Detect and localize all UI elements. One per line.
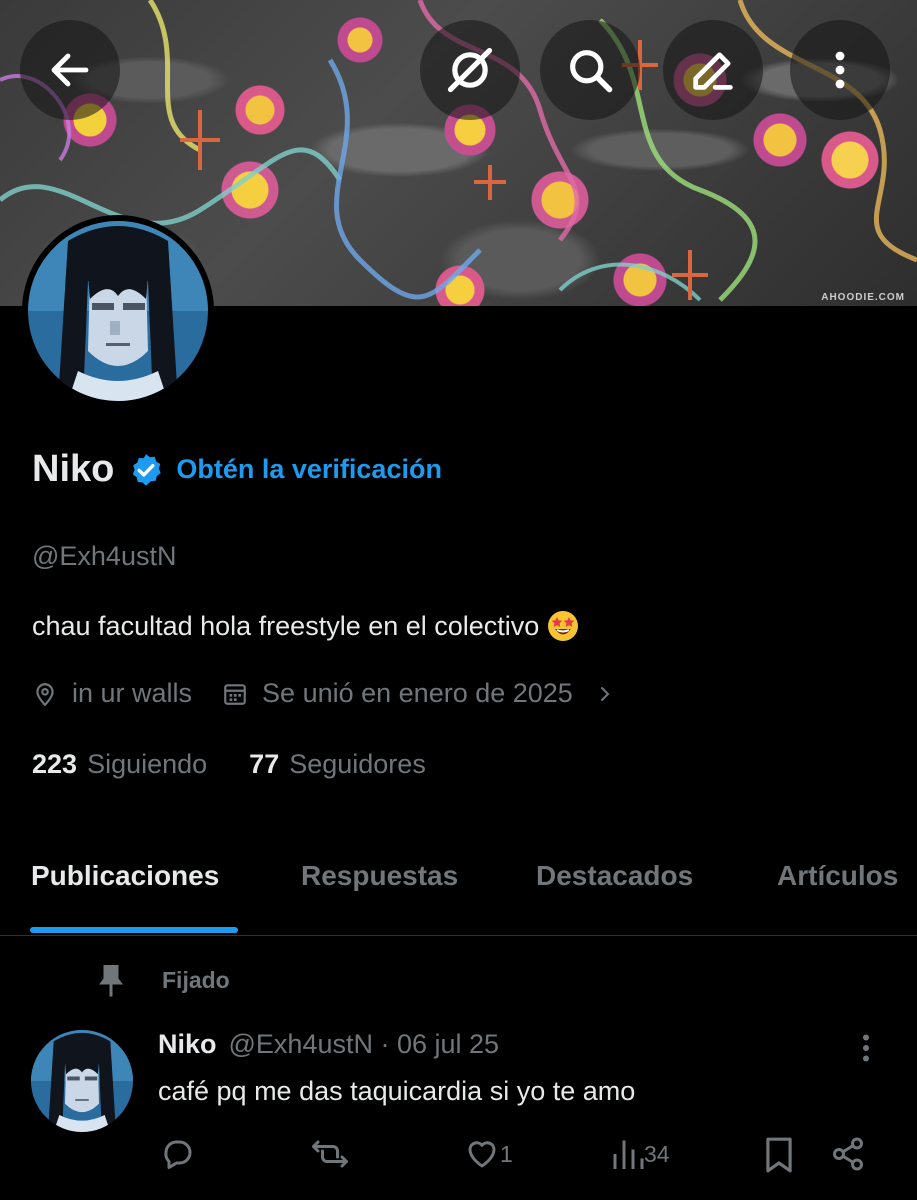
more-vertical-icon	[835, 51, 845, 89]
followers-count: 77	[249, 749, 280, 779]
repost-icon	[312, 1140, 348, 1168]
joined-item[interactable]: Se unió en enero de 2025	[222, 678, 629, 709]
following-link[interactable]: 223 Siguiendo	[32, 749, 207, 780]
profile-avatar[interactable]	[22, 215, 214, 407]
views-bar-chart-icon	[613, 1140, 644, 1169]
search-icon	[570, 50, 613, 93]
post-text: café pq me das taquicardia si yo te amo	[158, 1076, 636, 1106]
post-header: Niko @Exh4ustN · 06 jul 25	[158, 1029, 499, 1060]
arrow-left-icon	[51, 53, 89, 87]
chevron-right-icon	[600, 686, 610, 701]
share-button[interactable]	[830, 1136, 866, 1172]
post-avatar-image	[31, 1030, 133, 1132]
post-meta: @Exh4ustN · 06 jul 25	[228, 1029, 500, 1059]
verified-badge-icon[interactable]	[128, 452, 164, 488]
banner-watermark: AHOODIE.COM	[821, 292, 905, 303]
location-text: in ur walls	[72, 678, 193, 708]
profile-handle: @Exh4ustN	[32, 541, 177, 571]
heart-icon	[468, 1141, 496, 1168]
star-struck-emoji-icon	[548, 611, 579, 641]
get-verified-link[interactable]: Obtén la verificación	[176, 454, 442, 485]
following-label: Siguiendo	[87, 749, 208, 779]
post-more-icon[interactable]	[850, 1030, 882, 1066]
grok-icon	[447, 47, 493, 93]
location-item: in ur walls	[32, 678, 192, 709]
tab-articulos[interactable]: Artículos	[777, 860, 898, 892]
like-button[interactable]: 1	[464, 1136, 513, 1172]
views-button[interactable]: 34	[610, 1136, 670, 1172]
followers-link[interactable]: 77 Seguidores	[249, 749, 426, 780]
calendar-icon	[224, 683, 246, 705]
post-avatar[interactable]	[31, 1030, 133, 1132]
avatar-image	[28, 221, 208, 401]
grok-button[interactable]	[420, 20, 520, 120]
reply-button[interactable]	[160, 1136, 196, 1172]
more-options-button[interactable]	[790, 20, 890, 120]
pinned-label: Fijado	[96, 962, 230, 998]
bookmark-button[interactable]	[762, 1136, 796, 1174]
post-actions: 1 34	[0, 1136, 917, 1186]
bookmark-icon	[766, 1137, 792, 1173]
joined-text: Se unió en enero de 2025	[262, 678, 573, 708]
post-author-name[interactable]: Niko	[158, 1029, 217, 1060]
tab-respuestas[interactable]: Respuestas	[301, 860, 458, 892]
pin-icon	[99, 965, 123, 997]
like-count: 1	[500, 1140, 513, 1167]
tab-publicaciones[interactable]: Publicaciones	[31, 860, 219, 892]
search-button[interactable]	[540, 20, 640, 120]
profile-tabs: Publicaciones Respuestas Destacados Artí…	[0, 840, 917, 936]
following-count: 223	[32, 749, 78, 779]
followers-label: Seguidores	[289, 749, 426, 779]
pencil-icon	[693, 52, 733, 90]
location-pin-icon	[36, 682, 54, 706]
pinned-text: Fijado	[162, 966, 230, 993]
bio-text: chau facultad hola freestyle en el colec…	[32, 610, 540, 641]
tab-destacados[interactable]: Destacados	[536, 860, 693, 892]
repost-button[interactable]	[310, 1136, 350, 1172]
reply-icon	[164, 1140, 192, 1169]
active-tab-indicator	[30, 927, 238, 933]
edit-button[interactable]	[663, 20, 763, 120]
profile-bio: chau facultad hola freestyle en el colec…	[32, 610, 579, 642]
share-icon	[833, 1137, 863, 1171]
views-count: 34	[644, 1140, 670, 1167]
back-button[interactable]	[20, 20, 120, 120]
profile-name: Niko	[32, 448, 115, 490]
